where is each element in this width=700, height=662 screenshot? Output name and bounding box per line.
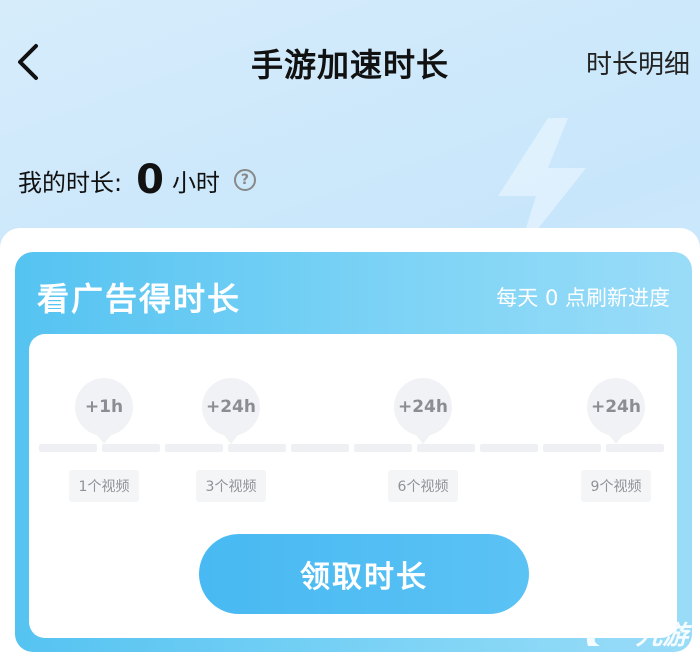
video-count-tag: 9个视频: [581, 470, 651, 502]
my-duration-unit: 小时: [171, 168, 220, 197]
progress-track-segment: [480, 444, 538, 452]
ad-reward-card: 看广告得时长 每天 0 点刷新进度 +1h +24h +24h +24h 1个视…: [15, 252, 692, 652]
refresh-note: 每天 0 点刷新进度: [496, 286, 670, 310]
progress-track-segment: [417, 444, 475, 452]
my-duration-row: 我的时长: 0 小时 ?: [18, 155, 256, 205]
card-title: 看广告得时长: [37, 280, 242, 318]
video-count-tag: 1个视频: [69, 470, 139, 502]
video-count-tag: 6个视频: [388, 470, 458, 502]
progress-track-segment: [39, 444, 97, 452]
reward-bubble: +1h: [75, 378, 133, 444]
claim-duration-button[interactable]: 领取时长: [199, 534, 529, 614]
reward-bubble: +24h: [587, 378, 645, 444]
progress-track-segment: [543, 444, 601, 452]
progress-track-segment: [606, 444, 664, 452]
progress-panel: +1h +24h +24h +24h 1个视频 3个视频 6个视频 9个视频 领…: [29, 334, 677, 638]
my-duration-label: 我的时长:: [18, 168, 123, 197]
progress-track-segment: [165, 444, 223, 452]
duration-detail-link[interactable]: 时长明细: [586, 44, 690, 81]
progress-track-segment: [291, 444, 349, 452]
reward-bubble: +24h: [202, 378, 260, 444]
my-duration-value: 0: [136, 157, 164, 203]
progress-track-segment: [102, 444, 160, 452]
progress-track-segment: [354, 444, 412, 452]
video-count-tag: 3个视频: [196, 470, 266, 502]
progress-track-segment: [228, 444, 286, 452]
reward-bubble: +24h: [394, 378, 452, 444]
question-circle-icon[interactable]: ?: [233, 169, 256, 191]
watermark-text: 九游: [635, 621, 688, 651]
